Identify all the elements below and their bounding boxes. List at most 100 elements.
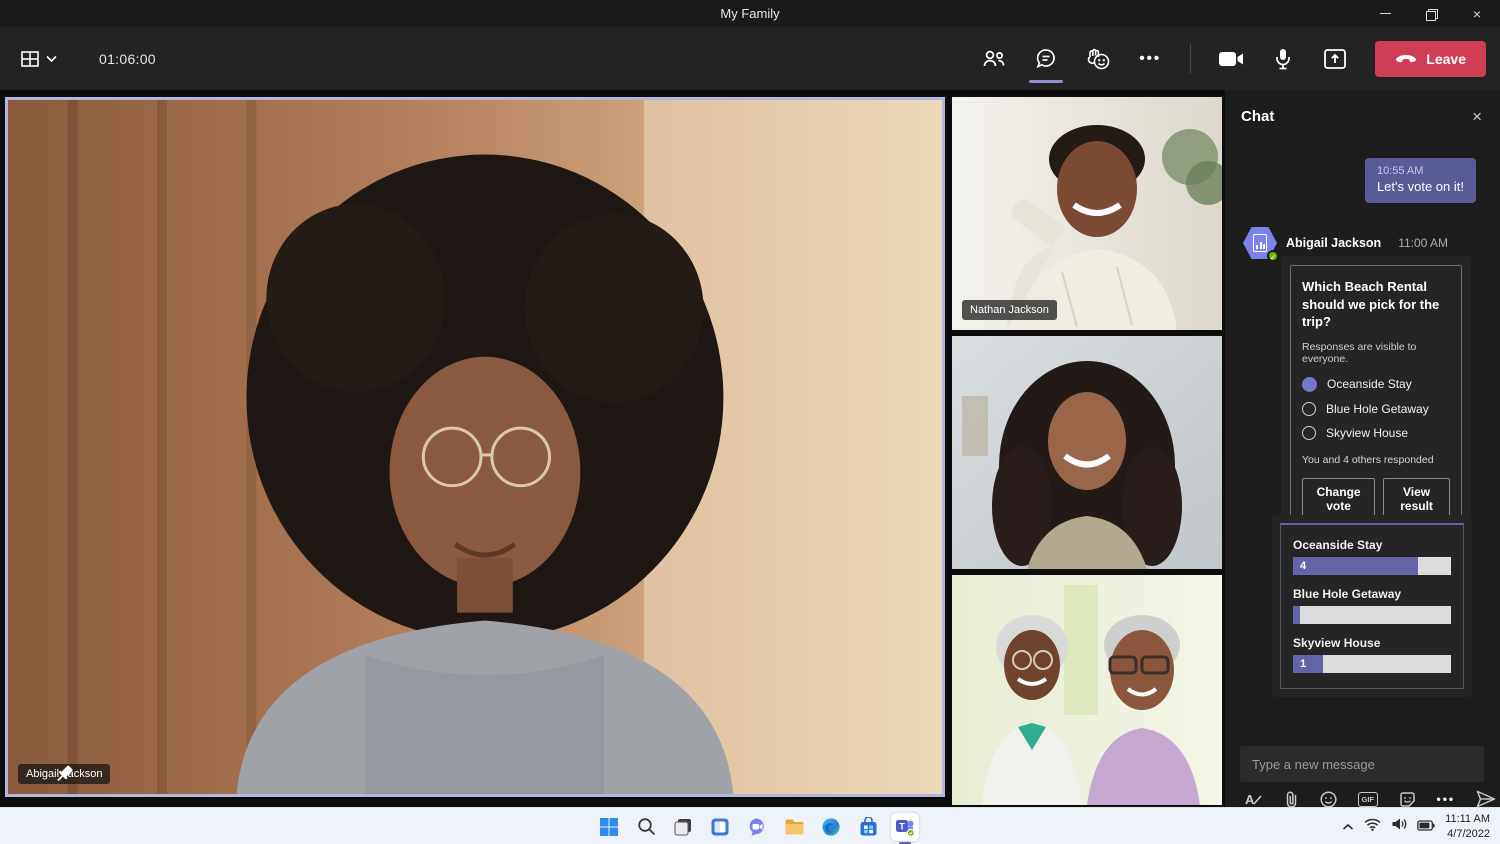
result-option-label: Blue Hole Getaway <box>1293 587 1451 601</box>
message-text: Let's vote on it! <box>1377 179 1464 194</box>
emoji-icon <box>1320 791 1337 808</box>
edge-browser-button[interactable] <box>817 813 845 841</box>
meeting-timer: 01:06:00 <box>99 51 156 67</box>
chat-panel-title: Chat <box>1241 108 1274 125</box>
camera-icon <box>1218 50 1244 68</box>
chat-button-active[interactable] <box>1024 39 1068 79</box>
taskbar-icons: T <box>595 808 919 844</box>
participant-video-image <box>952 336 1222 569</box>
call-toolbar: 01:06:00 ••• <box>0 27 1500 90</box>
paperclip-icon <box>1284 791 1299 808</box>
poll-options: Oceanside Stay Blue Hole Getaway Skyview… <box>1302 377 1450 440</box>
result-bar-track: 1 <box>1293 655 1451 673</box>
tray-date: 4/7/2022 <box>1445 827 1490 841</box>
share-screen-button[interactable] <box>1313 39 1357 79</box>
sticker-button[interactable] <box>1399 791 1416 808</box>
chevron-down-icon <box>46 55 57 63</box>
result-bar-track <box>1293 606 1451 624</box>
result-bar-fill: 4 <box>1293 557 1418 575</box>
chat-active-indicator <box>1029 80 1063 83</box>
restore-icon <box>1426 9 1436 19</box>
tray-clock[interactable]: 11:11 AM 4/7/2022 <box>1445 812 1490 841</box>
result-row: Oceanside Stay 4 <box>1293 538 1451 575</box>
poll-option[interactable]: Blue Hole Getaway <box>1302 402 1450 416</box>
poll-actions: Change vote View result <box>1302 478 1450 520</box>
wifi-button[interactable] <box>1364 818 1381 836</box>
format-button[interactable]: A <box>1245 791 1263 807</box>
radio-unselected-icon[interactable] <box>1302 402 1316 416</box>
video-tile-participant-2[interactable] <box>952 336 1222 569</box>
start-button[interactable] <box>595 813 623 841</box>
result-bar-fill: 1 <box>1293 655 1323 673</box>
search-button[interactable] <box>632 813 660 841</box>
widgets-button[interactable] <box>706 813 734 841</box>
send-button[interactable] <box>1476 790 1496 808</box>
result-bar-track: 4 <box>1293 557 1451 575</box>
reactions-button[interactable] <box>1076 39 1120 79</box>
tray-chevron-up-button[interactable] <box>1342 818 1354 836</box>
result-option-label: Skyview House <box>1293 636 1451 650</box>
camera-button[interactable] <box>1209 39 1253 79</box>
chat-close-button[interactable]: × <box>1466 106 1488 127</box>
radio-unselected-icon[interactable] <box>1302 426 1316 440</box>
sticker-icon <box>1399 791 1416 808</box>
wifi-icon <box>1364 818 1381 831</box>
teams-meeting-window: My Family × 01:06:00 <box>0 0 1500 844</box>
windows-start-icon <box>599 817 619 837</box>
more-actions-button[interactable]: ••• <box>1128 39 1172 79</box>
microsoft-store-button[interactable] <box>854 813 882 841</box>
participant-video-image <box>952 575 1222 805</box>
video-tile-nathan[interactable]: Nathan Jackson <box>952 97 1222 330</box>
result-row: Blue Hole Getaway <box>1293 587 1451 624</box>
pin-icon <box>18 764 110 784</box>
poll-option-label: Skyview House <box>1326 426 1408 440</box>
chat-app-icon <box>747 817 768 837</box>
battery-button[interactable] <box>1417 818 1435 836</box>
poll-results-card: Oceanside Stay 4 Blue Hole Getaway Skyvi… <box>1280 523 1464 689</box>
change-vote-button[interactable]: Change vote <box>1302 478 1375 520</box>
title-bar: My Family × <box>0 0 1500 27</box>
svg-text:T: T <box>899 821 905 831</box>
poll-message-card: Which Beach Rental should we pick for th… <box>1281 256 1471 542</box>
volume-button[interactable] <box>1391 817 1407 836</box>
windows-taskbar: T 11:11 AM 4/7/2022 <box>0 807 1500 844</box>
forms-clipboard-icon <box>1253 234 1267 252</box>
participants-button[interactable] <box>972 39 1016 79</box>
chat-header: Chat × <box>1241 106 1488 127</box>
poll-option[interactable]: Oceanside Stay <box>1302 377 1450 392</box>
video-stage: Abigail Jackson Nathan Jackson <box>0 90 1225 807</box>
toolbar-separator <box>1190 44 1191 74</box>
video-tile-grandparents[interactable] <box>952 575 1222 805</box>
gallery-view-button[interactable] <box>14 43 63 75</box>
teams-icon: T <box>895 817 915 837</box>
file-explorer-button[interactable] <box>780 813 808 841</box>
poll-option[interactable]: Skyview House <box>1302 426 1450 440</box>
system-tray: 11:11 AM 4/7/2022 <box>1342 808 1490 844</box>
self-message-bubble: 10:55 AM Let's vote on it! <box>1365 158 1476 203</box>
task-view-icon <box>673 817 693 837</box>
chat-panel: Chat × 10:55 AM Let's vote on it! ✓ Abig… <box>1225 90 1500 807</box>
gif-button[interactable]: GIF <box>1358 792 1378 807</box>
main-video-abigail[interactable]: Abigail Jackson <box>5 97 945 797</box>
radio-selected-icon[interactable] <box>1302 377 1317 392</box>
result-bar-fill <box>1293 606 1300 624</box>
minimize-button[interactable] <box>1362 0 1408 27</box>
composer-more-button[interactable]: ••• <box>1437 792 1456 806</box>
microphone-button[interactable] <box>1261 39 1305 79</box>
microphone-icon <box>1275 48 1291 70</box>
attach-button[interactable] <box>1284 791 1299 808</box>
more-icon: ••• <box>1139 50 1161 67</box>
emoji-button[interactable] <box>1320 791 1337 808</box>
restore-button[interactable] <box>1408 0 1454 27</box>
send-icon <box>1476 790 1496 808</box>
chat-icon <box>1035 48 1057 69</box>
message-input[interactable] <box>1240 746 1484 782</box>
view-result-button[interactable]: View result <box>1383 478 1450 520</box>
poll-visibility-note: Responses are visible to everyone. <box>1302 341 1450 365</box>
close-button[interactable]: × <box>1454 0 1500 27</box>
result-row: Skyview House 1 <box>1293 636 1451 673</box>
teams-chat-button[interactable] <box>743 813 771 841</box>
teams-app-button-active[interactable]: T <box>891 813 919 841</box>
task-view-button[interactable] <box>669 813 697 841</box>
leave-button[interactable]: Leave <box>1375 41 1486 77</box>
